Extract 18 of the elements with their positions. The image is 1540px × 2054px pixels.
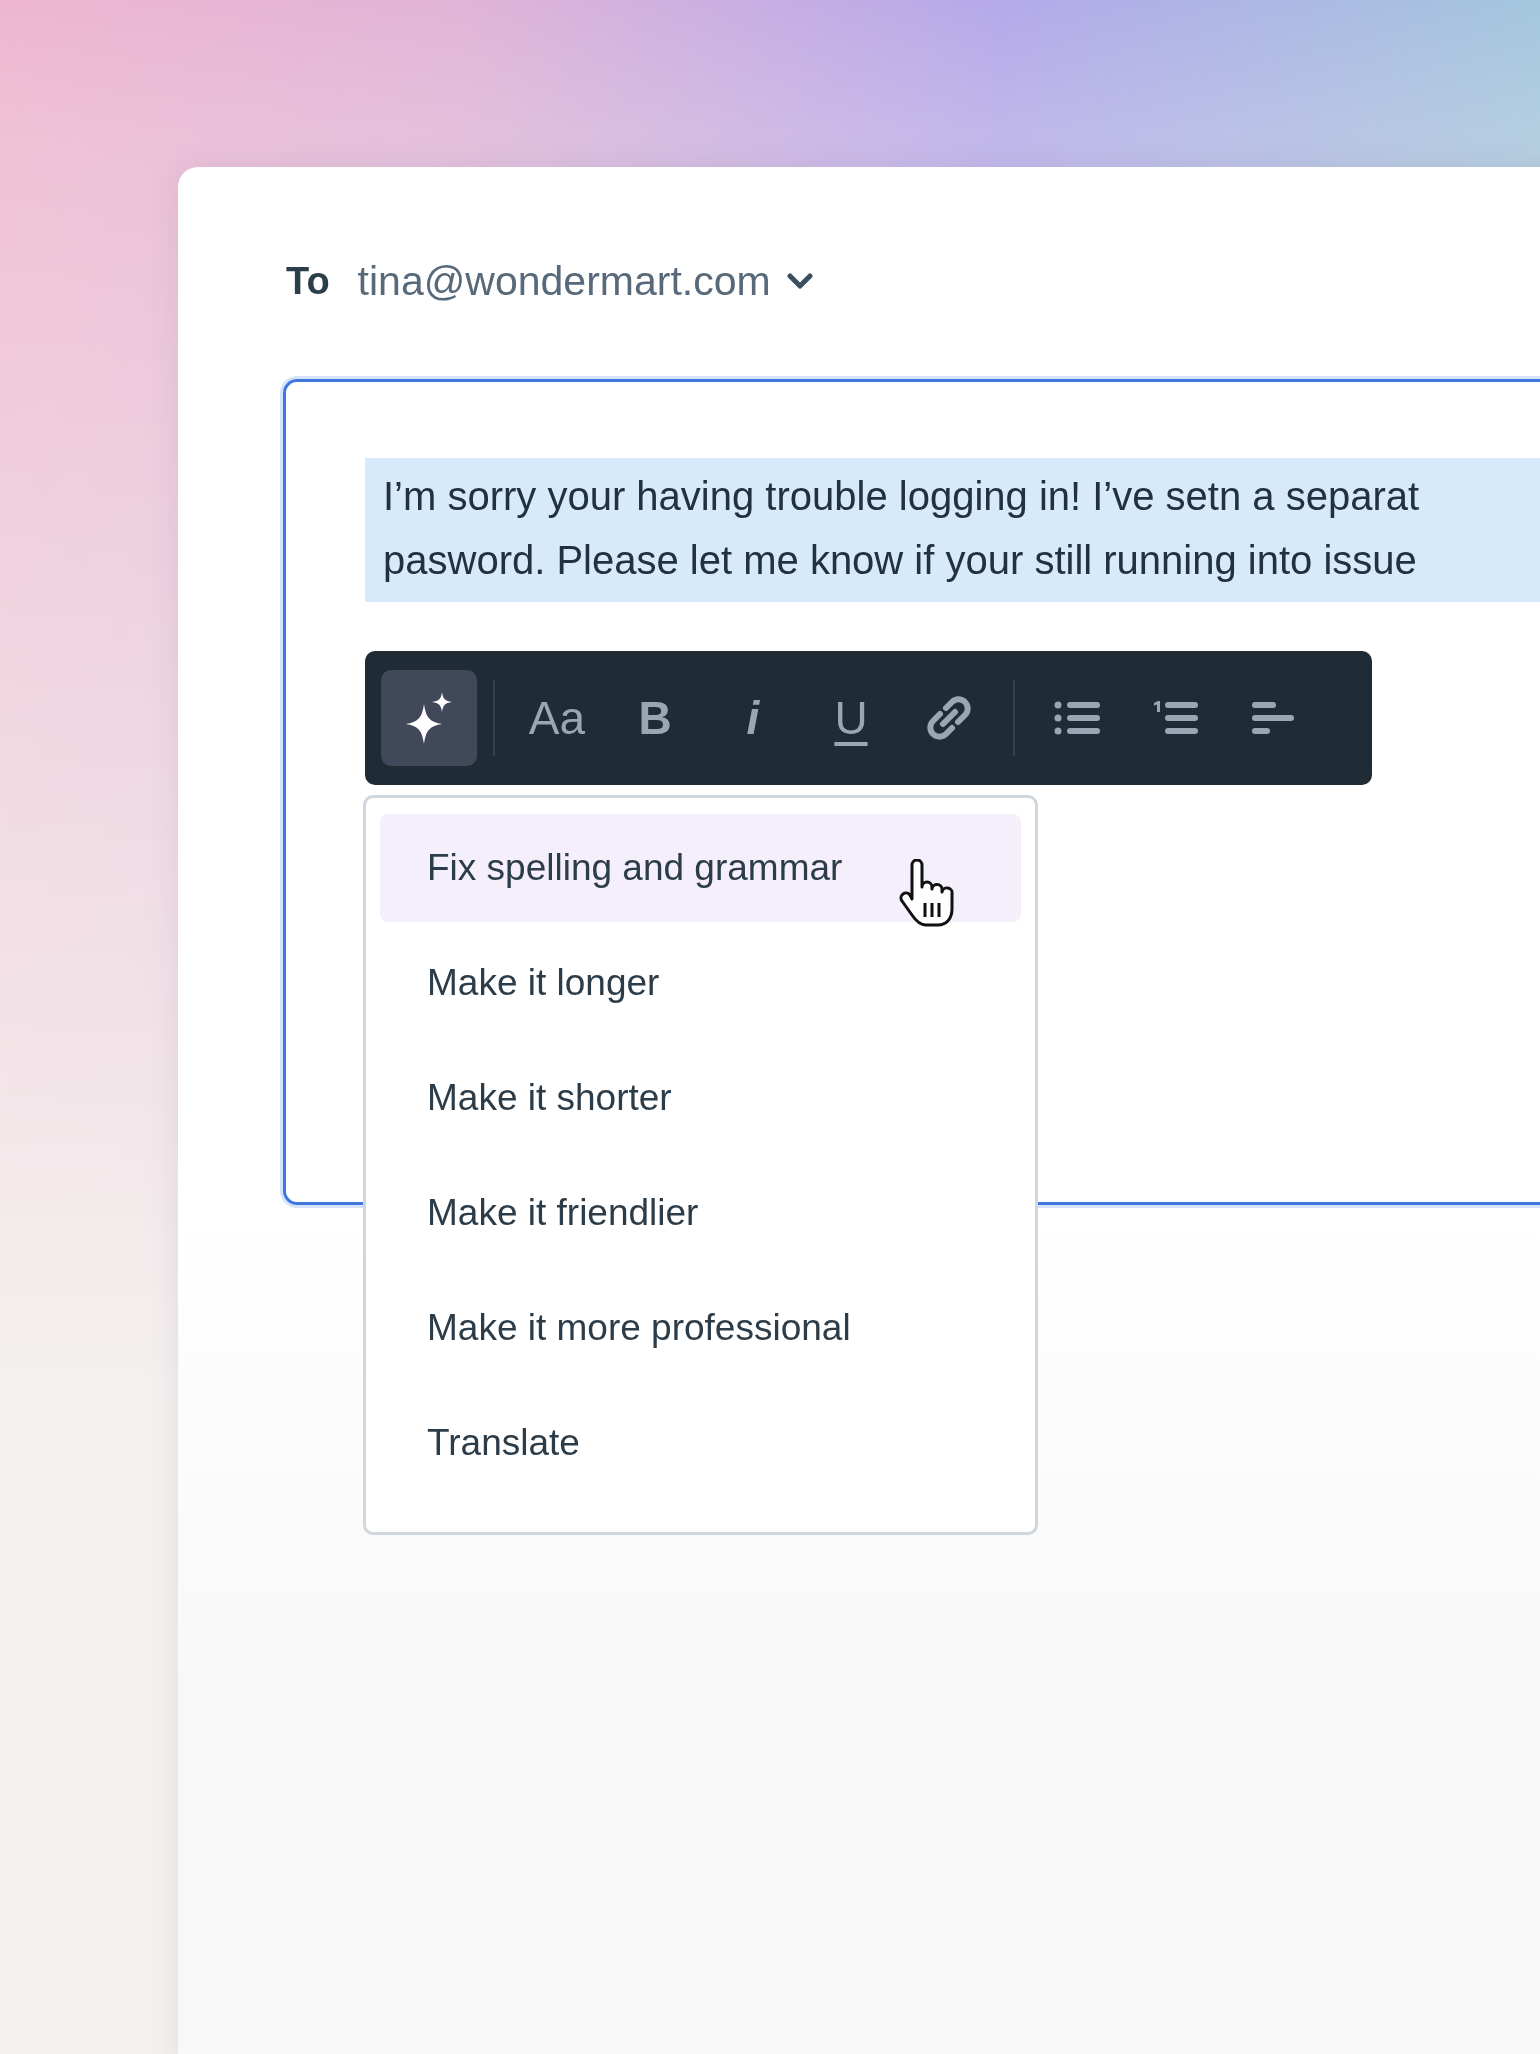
menu-item[interactable]: Make it shorter — [380, 1044, 1021, 1152]
menu-item[interactable]: Translate — [380, 1389, 1021, 1497]
menu-item[interactable]: Make it longer — [380, 929, 1021, 1037]
align-left-icon — [1252, 701, 1294, 735]
link-icon — [924, 693, 974, 743]
bullet-list-icon — [1054, 700, 1100, 736]
recipient-dropdown[interactable]: tina@wondermart.com — [357, 257, 813, 305]
format-button[interactable]: B — [607, 670, 703, 766]
format-button[interactable]: Aa — [509, 670, 605, 766]
chevron-down-icon — [786, 273, 813, 289]
to-label: To — [286, 259, 330, 303]
menu-item[interactable]: Make it more professional — [380, 1274, 1021, 1382]
numbered-list-icon — [1152, 700, 1198, 736]
ai-button[interactable] — [381, 670, 477, 766]
message-text: I’m sorry your having trouble logging in! I’ve setn a separat pasword. Please let me know if your still running into issue — [365, 458, 1540, 602]
menu-item[interactable]: Fix spelling and grammar — [380, 814, 1021, 922]
format-button[interactable]: i — [705, 670, 801, 766]
format-button[interactable]: U — [803, 670, 899, 766]
